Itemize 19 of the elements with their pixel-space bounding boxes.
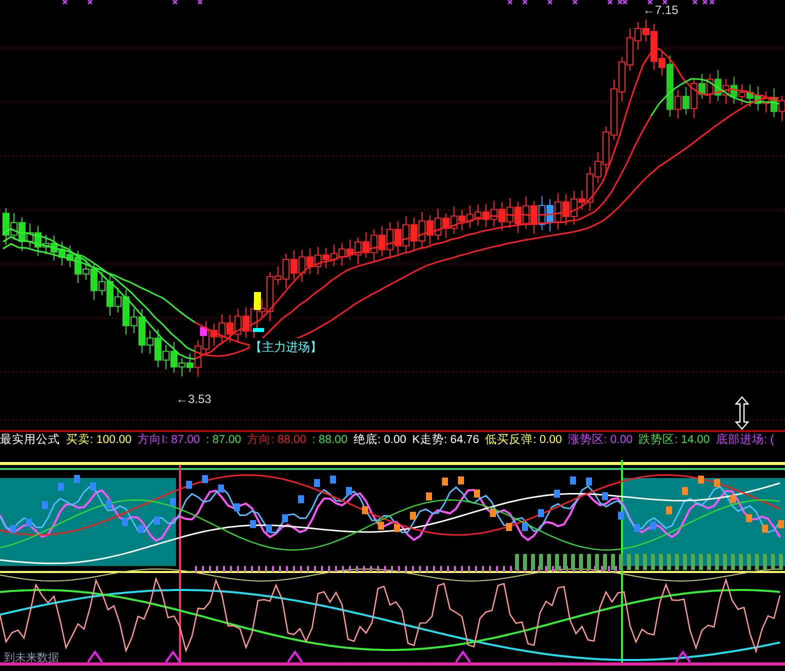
indicator-reading: K走势: 64.76 [412,432,480,448]
indicator-reading: 跌势区: 14.00 [638,432,710,448]
indicator-reading: 低买反弹: 0.00 [485,432,562,448]
indicator-reading: 底部进场: ( [716,432,774,448]
indicator-reading: 买卖: 100.00 [66,432,132,448]
indicator-reading: 方向I: 87.00 [138,432,200,448]
indicator-reading: 涨势区: 0.00 [568,432,633,448]
signal-bar [200,327,207,336]
indicator-reading: 绝底: 0.00 [353,432,406,448]
indicator-reading: : 88.00 [312,433,348,448]
signal-bar [253,328,264,332]
price-high-label: ←7.15 [643,2,678,19]
footer-note: 到未来数据 [4,651,59,666]
price-low-label: ←3.53 [176,391,212,408]
indicator-title: 最实用公式 [0,432,60,448]
signal-bar [254,292,261,310]
resize-cursor-icon [735,396,749,430]
indicator-reading: : 87.00 [206,433,242,448]
indicator-reading: 方向: 88.00 [247,432,306,448]
